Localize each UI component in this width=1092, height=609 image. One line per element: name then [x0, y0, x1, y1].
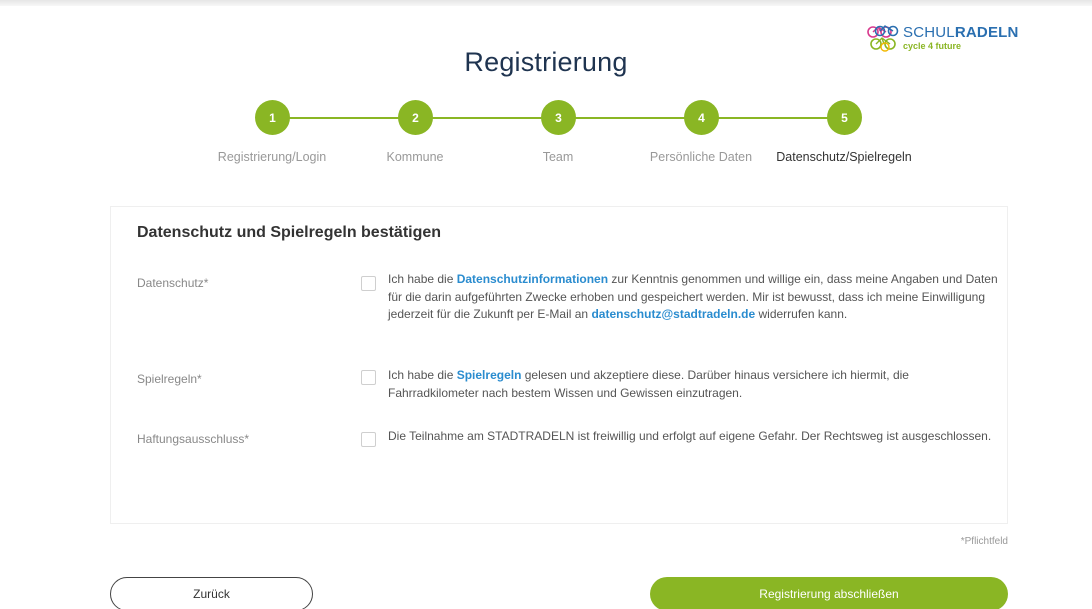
privacy-consent-text: Ich habe die Datenschutzinformationen zu… [388, 271, 998, 324]
step-4-circle[interactable]: 4 [684, 100, 719, 135]
liability-disclaimer-text: Die Teilnahme am STADTRADELN ist freiwil… [388, 428, 998, 446]
privacy-text-part-1: Ich habe die [388, 272, 457, 286]
top-bar [0, 0, 1092, 6]
page-title: Registrierung [464, 47, 628, 77]
step-3-circle[interactable]: 3 [541, 100, 576, 135]
privacy-label: Datenschutz* [137, 276, 209, 290]
rules-checkbox[interactable] [361, 370, 376, 385]
required-field-note: *Pflichtfeld [960, 536, 1008, 547]
rules-label: Spielregeln* [137, 372, 202, 386]
liability-checkbox[interactable] [361, 432, 376, 447]
back-button[interactable]: Zurück [110, 577, 313, 609]
rules-text-part-1: Ich habe die [388, 368, 457, 382]
privacy-checkbox[interactable] [361, 276, 376, 291]
consent-form-card: Datenschutz und Spielregeln bestätigen D… [110, 206, 1008, 524]
logo-wordmark: SCHULRADELN [903, 24, 1019, 41]
logo-brand-bold: RADELN [954, 24, 1019, 41]
registration-stepper: 1 2 3 4 5 Registrierung/Login Kommune Te… [0, 100, 1092, 170]
liability-text: Die Teilnahme am STADTRADELN ist freiwil… [388, 429, 992, 443]
finish-registration-button[interactable]: Registrierung abschließen [650, 577, 1008, 609]
privacy-email-link[interactable]: datenschutz@stadtradeln.de [591, 307, 755, 321]
liability-label: Haftungsausschluss* [137, 432, 250, 446]
form-heading: Datenschutz und Spielregeln bestätigen [137, 224, 442, 241]
rules-link[interactable]: Spielregeln [457, 368, 522, 382]
rules-consent-text: Ich habe die Spielregeln gelesen und akz… [388, 367, 998, 402]
step-5-label: Datenschutz/Spielregeln [776, 150, 912, 164]
step-5-circle[interactable]: 5 [827, 100, 862, 135]
step-1-circle[interactable]: 1 [255, 100, 290, 135]
privacy-info-link[interactable]: Datenschutzinformationen [457, 272, 608, 286]
privacy-text-part-3: widerrufen kann. [755, 307, 848, 321]
logo-brand-light: SCHUL [903, 24, 955, 41]
step-2-circle[interactable]: 2 [398, 100, 433, 135]
